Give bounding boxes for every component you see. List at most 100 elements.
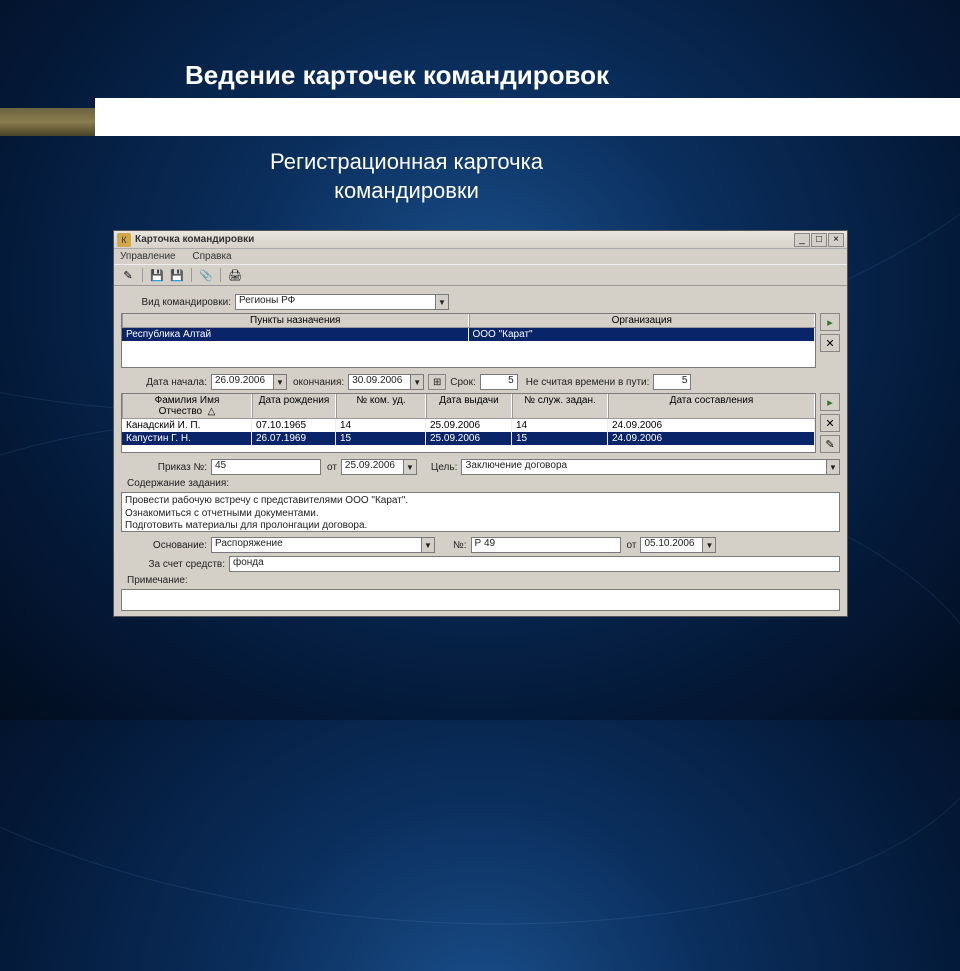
trip-type-value[interactable]: Регионы РФ xyxy=(235,294,435,310)
label-order-no: Приказ №: xyxy=(121,462,207,473)
cell-dob: 07.10.1965 xyxy=(252,419,336,432)
menu-manage[interactable]: Управление xyxy=(120,251,176,262)
add-row-button[interactable]: ▸ xyxy=(820,313,840,331)
task-line: Ознакомиться с отчетными документами. xyxy=(125,508,836,521)
col-sluz[interactable]: № служ. задан. xyxy=(512,394,608,418)
separator xyxy=(142,268,143,282)
order-no-input[interactable]: 45 xyxy=(211,459,321,475)
purpose-combo[interactable]: Заключение договора ▼ xyxy=(461,459,840,475)
label-start-date: Дата начала: xyxy=(121,377,207,388)
dropdown-icon[interactable]: ▼ xyxy=(410,374,424,390)
app-window: К Карточка командировки _ □ × Управление… xyxy=(113,230,848,617)
funds-input[interactable]: фонда xyxy=(229,556,840,572)
purpose-value[interactable]: Заключение договора xyxy=(461,459,826,475)
toolbar: ✎ 💾 💾 📎 🖨 xyxy=(114,264,847,286)
basis-no-input[interactable]: Р 49 xyxy=(471,537,621,553)
excl-travel-input[interactable]: 5 xyxy=(653,374,691,390)
task-content-textarea[interactable]: Провести рабочую встречу с представителя… xyxy=(121,492,840,532)
close-button[interactable]: × xyxy=(828,233,844,247)
cell-compiled: 24.09.2006 xyxy=(608,419,815,432)
basis-value[interactable]: Распоряжение xyxy=(211,537,421,553)
note-textarea[interactable] xyxy=(121,589,840,611)
separator xyxy=(220,268,221,282)
save-icon[interactable]: 💾 xyxy=(149,267,165,283)
col-compiled[interactable]: Дата составления xyxy=(608,394,815,418)
app-icon: К xyxy=(117,233,131,247)
cell-fio: Канадский И. П. xyxy=(122,419,252,432)
table-row[interactable]: Республика Алтай ООО "Карат" xyxy=(122,328,815,341)
dropdown-icon[interactable]: ▼ xyxy=(403,459,417,475)
maximize-button[interactable]: □ xyxy=(811,233,827,247)
delete-row-button[interactable]: ✕ xyxy=(820,334,840,352)
end-date-value[interactable]: 30.09.2006 xyxy=(348,374,410,390)
destinations-grid[interactable]: Пункты назначения Организация Республика… xyxy=(121,313,816,368)
cell-organization: ООО "Карат" xyxy=(469,328,816,341)
label-task-content: Содержание задания: xyxy=(127,478,257,489)
menu-help[interactable]: Справка xyxy=(192,251,231,262)
subtitle-line-1: Регистрационная карточка xyxy=(270,149,543,174)
label-note: Примечание: xyxy=(127,575,207,586)
col-issue[interactable]: Дата выдачи xyxy=(426,394,512,418)
print-icon[interactable]: 🖨 xyxy=(227,267,243,283)
order-date-input[interactable]: 25.09.2006 ▼ xyxy=(341,459,417,475)
dropdown-icon[interactable]: ▼ xyxy=(421,537,435,553)
dropdown-icon[interactable]: ▼ xyxy=(273,374,287,390)
task-line: Провести рабочую встречу с представителя… xyxy=(125,495,836,508)
label-purpose: Цель: xyxy=(431,462,457,473)
menubar: Управление Справка xyxy=(114,249,847,264)
slide-title: Ведение карточек командировок xyxy=(185,60,609,91)
cell-compiled: 24.09.2006 xyxy=(608,432,815,445)
label-order-from: от xyxy=(327,462,337,473)
slide-subtitle: Регистрационная карточка командировки xyxy=(270,148,543,205)
task-line: Подготовить материалы для пролонгации до… xyxy=(125,520,836,533)
cell-sluz: 15 xyxy=(512,432,608,445)
titlebar[interactable]: К Карточка командировки _ □ × xyxy=(114,231,847,249)
cell-komud: 15 xyxy=(336,432,426,445)
edit-row-button[interactable]: ✎ xyxy=(820,435,840,453)
cell-destination: Республика Алтай xyxy=(122,328,469,341)
start-date-value[interactable]: 26.09.2006 xyxy=(211,374,273,390)
label-basis-no: №: xyxy=(453,540,467,551)
attach-icon[interactable]: 📎 xyxy=(198,267,214,283)
basis-date-value[interactable]: 05.10.2006 xyxy=(640,537,702,553)
table-row[interactable]: Канадский И. П. 07.10.1965 14 25.09.2006… xyxy=(122,419,815,432)
save-as-icon[interactable]: 💾 xyxy=(169,267,185,283)
edit-icon[interactable]: ✎ xyxy=(120,267,136,283)
table-row[interactable]: Капустин Г. Н. 26.07.1969 15 25.09.2006 … xyxy=(122,432,815,445)
add-row-button[interactable]: ▸ xyxy=(820,393,840,411)
start-date-input[interactable]: 26.09.2006 ▼ xyxy=(211,374,287,390)
end-date-input[interactable]: 30.09.2006 ▼ xyxy=(348,374,424,390)
cell-sluz: 14 xyxy=(512,419,608,432)
label-basis: Основание: xyxy=(121,540,207,551)
dropdown-icon[interactable]: ▼ xyxy=(826,459,840,475)
dropdown-icon[interactable]: ▼ xyxy=(702,537,716,553)
dropdown-icon[interactable]: ▼ xyxy=(435,294,449,310)
duration-input[interactable]: 5 xyxy=(480,374,518,390)
label-basis-from: от xyxy=(627,540,637,551)
col-dob[interactable]: Дата рождения xyxy=(252,394,336,418)
label-excl-travel: Не считая времени в пути: xyxy=(526,377,650,388)
basis-date-input[interactable]: 05.10.2006 ▼ xyxy=(640,537,716,553)
basis-combo[interactable]: Распоряжение ▼ xyxy=(211,537,435,553)
window-title: Карточка командировки xyxy=(135,234,794,245)
trip-type-combo[interactable]: Регионы РФ ▼ xyxy=(235,294,449,310)
decor-white-bar xyxy=(95,98,960,136)
cell-fio: Капустин Г. Н. xyxy=(122,432,252,445)
order-date-value[interactable]: 25.09.2006 xyxy=(341,459,403,475)
cell-issue: 25.09.2006 xyxy=(426,419,512,432)
label-duration: Срок: xyxy=(450,377,476,388)
col-organization[interactable]: Организация xyxy=(469,314,816,327)
subtitle-line-2: командировки xyxy=(334,178,479,203)
label-end-date: окончания: xyxy=(293,377,344,388)
col-fio[interactable]: Фамилия Имя Отчество △ xyxy=(122,394,252,418)
decor-gold-bar xyxy=(0,108,95,136)
delete-row-button[interactable]: ✕ xyxy=(820,414,840,432)
cell-dob: 26.07.1969 xyxy=(252,432,336,445)
calculator-icon[interactable]: ⊞ xyxy=(428,374,446,390)
minimize-button[interactable]: _ xyxy=(794,233,810,247)
label-trip-type: Вид командировки: xyxy=(121,297,231,308)
col-destination[interactable]: Пункты назначения xyxy=(122,314,469,327)
separator xyxy=(191,268,192,282)
people-grid[interactable]: Фамилия Имя Отчество △ Дата рождения № к… xyxy=(121,393,816,453)
col-komud[interactable]: № ком. уд. xyxy=(336,394,426,418)
